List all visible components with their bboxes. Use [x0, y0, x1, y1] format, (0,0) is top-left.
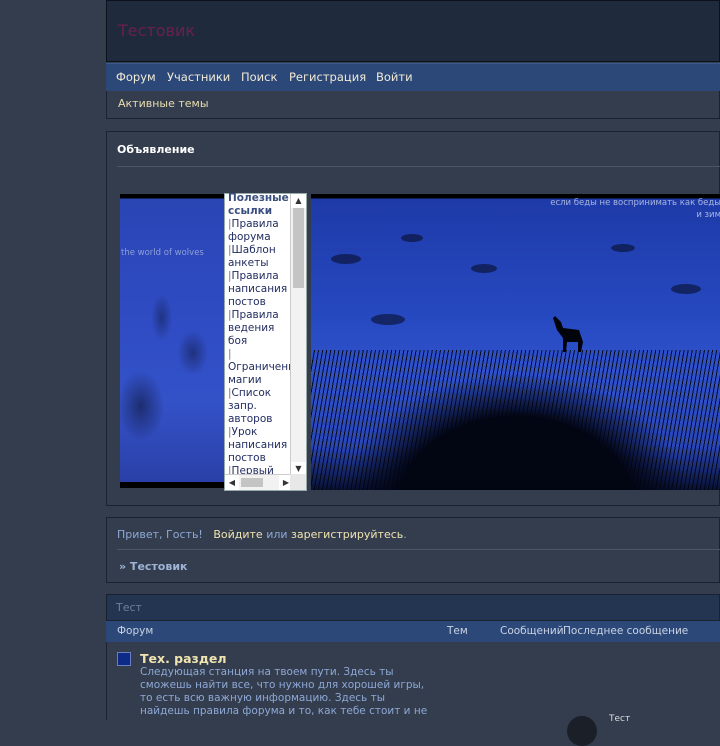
banner-quote: если беды не воспринимать как беды и зим [550, 198, 720, 220]
active-topics-link[interactable]: Активные темы [118, 97, 209, 110]
forum-table-header: Форум Тем Сообщений Последнее сообщение [106, 621, 720, 642]
nav-search[interactable]: Поиск [241, 70, 277, 84]
announcement-panel: Объявление the world of wolves Полезные … [106, 131, 720, 506]
grass-silhouette [311, 350, 720, 490]
scroll-up-icon[interactable]: ▲ [291, 194, 306, 208]
snow-shadow [671, 284, 701, 294]
page-wrapper: Тестовик Форум Участники Поиск Регистрац… [106, 0, 720, 746]
useful-links-list: Полезные ссылки |Правила форума |Шаблон … [228, 192, 294, 474]
link-battle-rules[interactable]: |Правила ведения боя [228, 309, 294, 348]
greeting-or: или [266, 528, 288, 541]
site-title[interactable]: Тестовик [118, 21, 195, 40]
wolf-banner-left [120, 194, 224, 488]
link-rules[interactable]: |Правила форума [228, 218, 294, 244]
forum-name[interactable]: Тех. раздел [140, 651, 227, 666]
nav-users[interactable]: Участники [167, 70, 230, 84]
link-magic-limits[interactable]: |Ограничения магии [228, 348, 294, 387]
link-banned-authors[interactable]: |Список запр. авторов [228, 387, 294, 426]
avatar [567, 716, 597, 746]
site-header: Тестовик [106, 0, 720, 62]
useful-links-box: Полезные ссылки |Правила форума |Шаблон … [224, 192, 307, 491]
scroll-thumb[interactable] [293, 208, 304, 288]
scroll-thumb-horizontal[interactable] [241, 478, 263, 487]
vertical-scrollbar[interactable]: ▲ ▼ [290, 194, 306, 476]
column-forum: Форум [117, 625, 154, 637]
breadcrumb[interactable]: » Тестовик [119, 560, 188, 573]
snow-shadow [401, 234, 423, 242]
nav-register[interactable]: Регистрация [289, 70, 366, 84]
divider [117, 549, 720, 550]
scroll-left-icon[interactable]: ◀ [225, 475, 239, 490]
column-topics: Тем [447, 625, 468, 637]
category-header: Тест [106, 594, 720, 621]
column-posts: Сообщений [500, 625, 564, 637]
links-heading: Полезные ссылки [228, 192, 289, 217]
last-post-link[interactable]: Тест [609, 714, 630, 724]
snow-shadow [471, 264, 497, 273]
scroll-corner [290, 474, 306, 490]
wolf-silhouette-icon [553, 316, 583, 352]
main-nav: Форум Участники Поиск Регистрация Войти [106, 63, 720, 91]
snow-shadow [371, 314, 405, 325]
divider [117, 166, 720, 167]
banner-caption: the world of wolves [121, 248, 204, 258]
column-last-post: Последнее сообщение [563, 625, 689, 637]
register-link[interactable]: зарегистрируйтесь [291, 528, 403, 541]
horizontal-scrollbar[interactable]: ◀ ▶ [225, 474, 293, 490]
link-post-lesson[interactable]: |Урок написания постов [228, 426, 294, 465]
login-link[interactable]: Войдите [213, 528, 262, 541]
announcement-title: Объявление [117, 143, 195, 156]
snow-shadow [611, 244, 635, 252]
greeting-panel: Привет, Гость! Войдите или зарегистрируй… [106, 517, 720, 583]
nav-forum[interactable]: Форум [116, 70, 156, 84]
forum-status-icon [117, 652, 131, 666]
category-title[interactable]: Тест [116, 601, 142, 614]
wolf-banner-right: если беды не воспринимать как беды и зим [311, 194, 720, 490]
sub-nav: Активные темы [106, 91, 720, 119]
forum-row[interactable]: Тех. раздел Следующая станция на твоем п… [106, 642, 720, 746]
link-profile-template[interactable]: |Шаблон анкеты [228, 244, 294, 270]
greeting-line: Привет, Гость! Войдите или зарегистрируй… [117, 528, 407, 541]
forum-description: Следующая станция на твоем пути. Здесь т… [140, 666, 428, 717]
snow-shadow [331, 254, 361, 264]
link-post-rules[interactable]: |Правила написания постов [228, 270, 294, 309]
nav-login[interactable]: Войти [376, 70, 413, 84]
greeting-hello: Привет, Гость! [117, 528, 203, 541]
link-first[interactable]: |Первый [228, 465, 294, 474]
